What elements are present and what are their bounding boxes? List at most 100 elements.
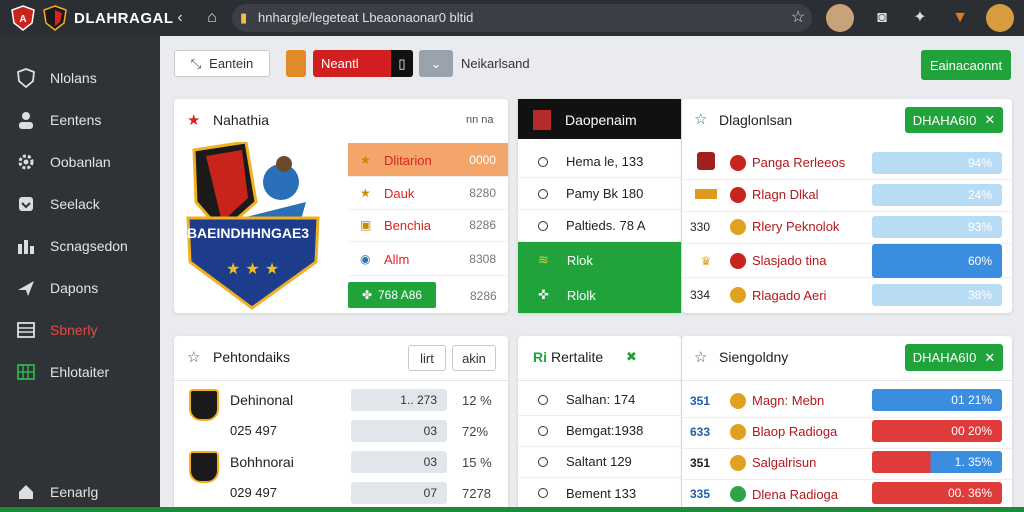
standings-row[interactable]: 025 497 <box>174 415 508 446</box>
sidebar-item-seelack[interactable]: Seelack <box>0 184 160 224</box>
leaf-icon: ✤ <box>361 288 372 302</box>
schedule-title: Daopenaim <box>565 112 637 128</box>
divider <box>518 380 681 381</box>
diagnostics-button[interactable]: DHAHA6I0 ✕ <box>905 107 1003 133</box>
menu-item-dlitarion[interactable]: ★ Dlitarion 0000 <box>348 144 508 177</box>
radio-icon <box>538 456 548 467</box>
schedule-row[interactable]: Pamy Bk 180 <box>518 178 681 210</box>
extensions-icon[interactable]: ✦ <box>910 8 930 28</box>
gear-icon <box>14 150 38 174</box>
sidebar-item-ehlotaiter[interactable]: Ehlotaiter <box>0 352 160 392</box>
divider <box>174 380 508 381</box>
standings-pct: 72% <box>462 424 489 439</box>
standings-bar: 03 <box>351 420 447 442</box>
sidebar-item-scnagsedon[interactable]: Scnagsedon <box>0 226 160 266</box>
sidebar-item-sbnerly[interactable]: Sbnerly <box>0 310 160 350</box>
search-button[interactable]: ⤡ Eantein <box>174 50 270 77</box>
minimize-button[interactable]: ⌄ <box>419 50 453 77</box>
ticket-icon: ≋ <box>538 252 549 267</box>
url-bar[interactable]: ▮ hnhargle/legeteat Lbeaonaonar0 bltid <box>232 4 812 32</box>
results-row[interactable]: Bement 133 <box>518 477 681 509</box>
home-icon[interactable]: ⌂ <box>202 8 222 28</box>
camera-icon[interactable]: ◙ <box>872 8 892 28</box>
results-title: Rertalite <box>551 349 604 365</box>
users-icon <box>14 108 38 132</box>
shield-outline-icon <box>14 192 38 216</box>
star-outline-icon: ☆ <box>694 349 708 366</box>
team-badge-icon[interactable]: ▼ <box>950 8 970 28</box>
crest-icon <box>43 5 67 31</box>
trophy-icon: ♛ <box>700 253 712 268</box>
close-icon: ✕ <box>984 112 996 127</box>
menu-item-benchia[interactable]: ▣ Benchia 8286 <box>348 209 508 242</box>
star-icon[interactable]: ☆ <box>788 8 808 28</box>
select-toggle-icon[interactable]: ▯ <box>391 50 413 77</box>
featured-title: Nahathia <box>213 112 270 128</box>
standings2-button[interactable]: DHAHA6I0 ✕ <box>905 344 1003 371</box>
radio-icon <box>538 156 548 167</box>
url-text: hnhargle/legeteat Lbeaonaonar0 bltid <box>258 10 474 25</box>
standings-list-button[interactable]: lirt <box>408 345 446 371</box>
standings2-bar: 1. 35% <box>872 451 1002 473</box>
crest-icon <box>697 152 715 170</box>
divider <box>682 380 1012 381</box>
team-select[interactable]: Neantl ▯ <box>313 50 413 77</box>
sidebar-item-oobanlan[interactable]: Oobanlan <box>0 142 160 182</box>
schedule-row[interactable]: Paltieds. 78 A <box>518 210 681 242</box>
chart-icon <box>14 234 38 258</box>
sidebar-item-dapons[interactable]: Dapons <box>0 268 160 308</box>
radio-icon <box>538 188 548 199</box>
schedule-row[interactable]: ≋ Rlok <box>518 244 681 276</box>
standings-akin-button[interactable]: akin <box>452 345 496 371</box>
diagnostics-bar: 93% <box>872 216 1002 238</box>
schedule-row[interactable]: ✜ Rlolk <box>518 279 681 311</box>
back-icon[interactable]: ‹ <box>170 8 190 28</box>
sidebar: Nlolans Eentens Oobanlan Seelack Scnagse… <box>0 36 160 512</box>
standings2-bar: 00. 36% <box>872 482 1002 504</box>
star-outline-icon: ☆ <box>694 111 708 128</box>
standings-bar: 1.. 273 <box>351 389 447 411</box>
diagnostics-title: Dlaglonlsan <box>719 112 793 128</box>
table-icon <box>14 360 38 384</box>
sidebar-item-eentens[interactable]: Eentens <box>0 100 160 140</box>
boot-icon <box>695 188 717 199</box>
results-row[interactable]: Salhan: 174 <box>518 384 681 416</box>
footer-strip <box>0 507 1024 512</box>
expand-icon[interactable]: ✖ <box>626 349 637 365</box>
team-badge-icon <box>730 154 746 171</box>
results-row[interactable]: Saltant 129 <box>518 446 681 478</box>
action-button[interactable]: Eainacaonnt <box>921 50 1011 80</box>
menu-item-dauk[interactable]: ★ Dauk 8280 <box>348 177 508 210</box>
standings-row[interactable]: 029 497 <box>174 477 508 508</box>
profile-avatar[interactable] <box>986 4 1014 32</box>
brand-name: DLAHRAGAL <box>74 9 174 27</box>
menu-item-allm[interactable]: ◉ Allm 8308 <box>348 243 508 276</box>
radio-icon <box>538 394 548 405</box>
app-logo[interactable]: A DLAHRAGAL <box>10 5 174 31</box>
schedule-row[interactable]: Hema le, 133 <box>518 146 681 178</box>
green-tag-button[interactable]: ✤ 768 A86 <box>348 282 436 308</box>
team-badge-icon <box>730 252 746 269</box>
grid-icon <box>14 318 38 342</box>
avatar[interactable] <box>826 4 854 32</box>
svg-text:A: A <box>19 14 26 25</box>
globe-icon: ◉ <box>360 252 371 266</box>
featured-pagination[interactable]: nn na <box>466 114 494 126</box>
team-badge-icon <box>730 454 746 471</box>
standings-bar: 03 <box>351 451 447 473</box>
standings-title: Pehtondaiks <box>213 349 291 365</box>
plane-icon <box>14 276 38 300</box>
standings-pct: 15 % <box>462 455 492 470</box>
diagnostics-bar: 38% <box>872 284 1002 306</box>
cross-icon: ✜ <box>538 287 549 302</box>
team-banner-text: BAEINDHHNGAE3 <box>187 225 309 241</box>
results-row[interactable]: Bemgat:1938 <box>518 415 681 447</box>
orange-tag-icon[interactable] <box>286 50 306 77</box>
standings-row[interactable]: Dehinonal <box>174 384 508 415</box>
standings-row[interactable]: Bohhnorai <box>174 446 508 477</box>
svg-text:★ ★ ★: ★ ★ ★ <box>226 259 279 278</box>
team-badge-icon <box>730 392 746 409</box>
sidebar-item-eenarlg[interactable]: Eenarlg <box>0 472 160 512</box>
shield-icon <box>14 66 38 90</box>
sidebar-item-nlolans[interactable]: Nlolans <box>0 58 160 98</box>
